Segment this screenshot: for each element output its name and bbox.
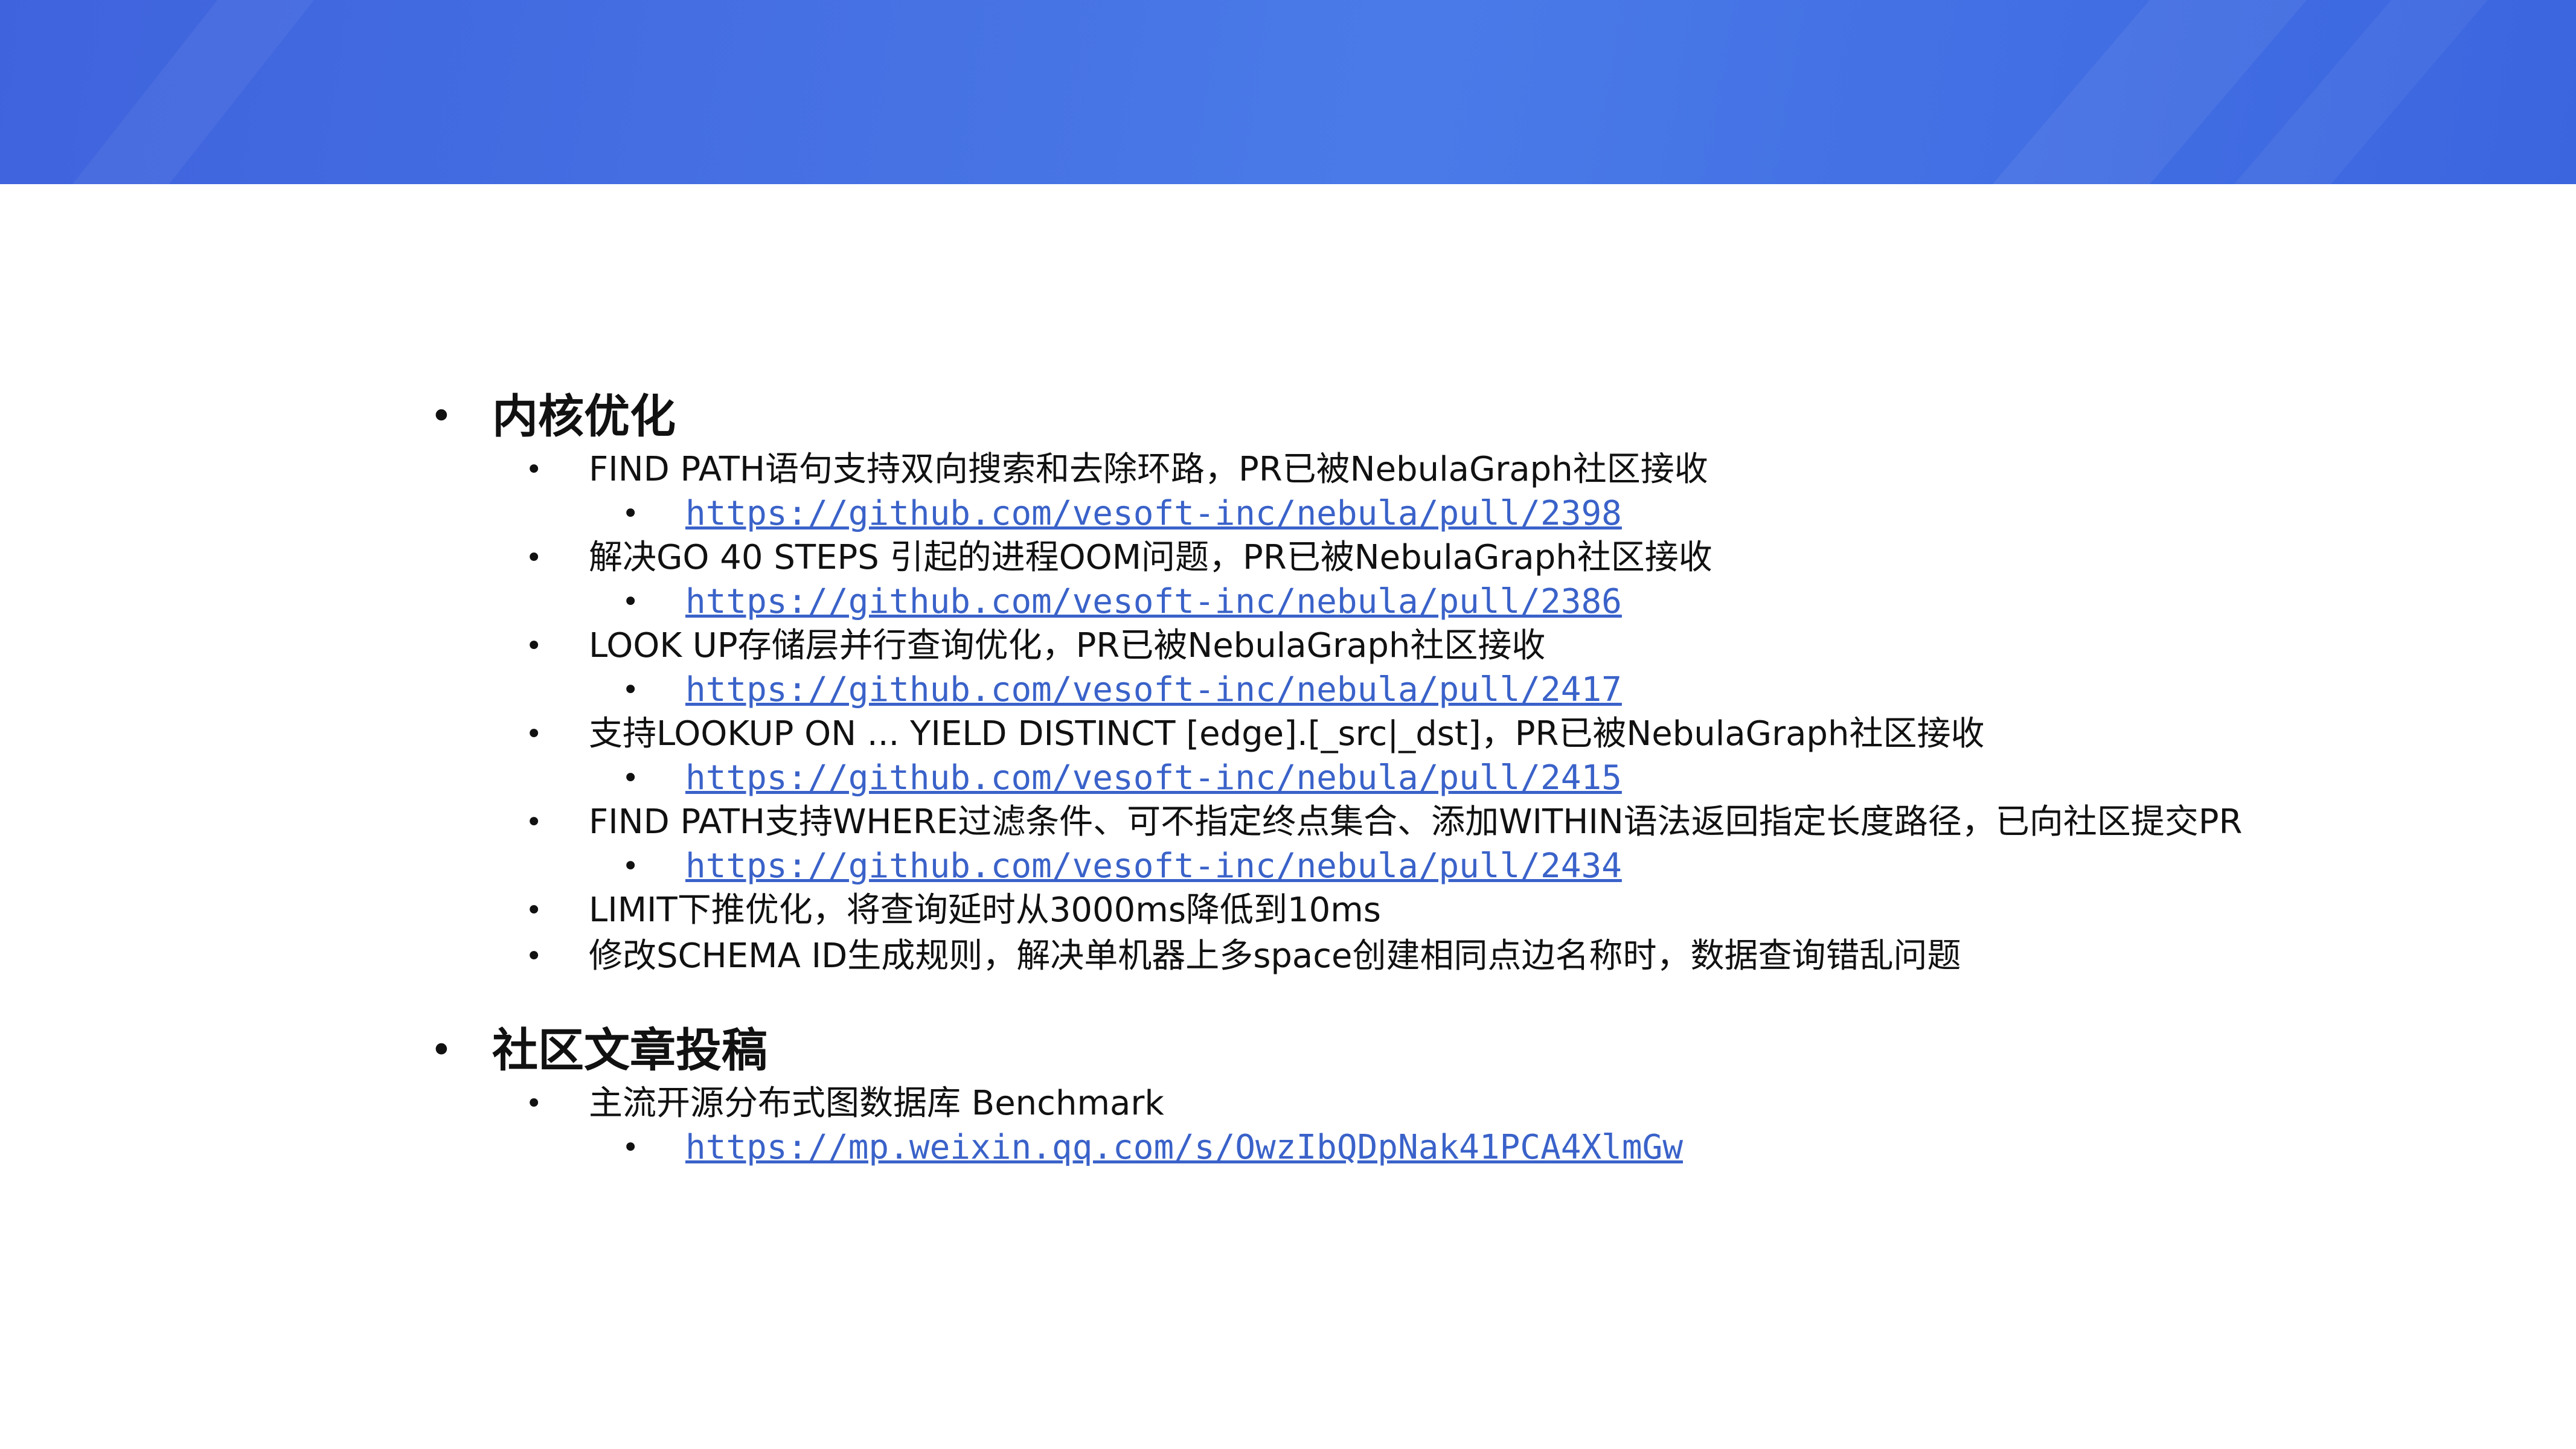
list-item: • FIND PATH语句支持双向搜索和去除环路，PR已被NebulaGraph… [423,447,2506,493]
bullet-icon: • [525,717,543,751]
slide-content: • 内核优化 • FIND PATH语句支持双向搜索和去除环路，PR已被Nebu… [423,386,2506,1169]
section-heading: • 社区文章投稿 [423,1020,2506,1081]
bullet-icon: • [622,673,639,707]
list-item: • LOOK UP存储层并行查询优化，PR已被NebulaGraph社区接收 [423,623,2506,669]
pr-link[interactable]: https://github.com/vesoft-inc/nebula/pul… [685,582,1622,621]
list-item: • 解决GO 40 STEPS 引起的进程OOM问题，PR已被NebulaGra… [423,535,2506,581]
link-item: • https://github.com/vesoft-inc/nebula/p… [423,669,2506,711]
banner-stripes [72,0,2488,184]
pr-link[interactable]: https://github.com/vesoft-inc/nebula/pul… [685,846,1622,886]
link-item: • https://github.com/vesoft-inc/nebula/p… [423,493,2506,535]
link-item: • https://github.com/vesoft-inc/nebula/p… [423,845,2506,888]
item-text: LOOK UP存储层并行查询优化，PR已被NebulaGraph社区接收 [589,626,1546,665]
bullet-icon: • [525,541,543,575]
bullet-icon: • [525,894,543,927]
bullet-icon: • [525,629,543,663]
article-link[interactable]: https://mp.weixin.qq.com/s/OwzIbQDpNak41… [685,1128,1683,1167]
bullet-icon: • [622,849,639,883]
bullet-icon: • [622,497,639,531]
item-text: LIMIT下推优化，将查询延时从3000ms降低到10ms [589,891,1381,930]
list-item: • 主流开源分布式图数据库 Benchmark [423,1081,2506,1127]
link-item: • https://github.com/vesoft-inc/nebula/p… [423,581,2506,623]
item-text: FIND PATH支持WHERE过滤条件、可不指定终点集合、添加WITHIN语法… [589,802,2243,842]
section-heading: • 内核优化 [423,386,2506,447]
item-text: 修改SCHEMA ID生成规则，解决单机器上多space创建相同点边名称时，数据… [589,936,1961,976]
bullet-icon: • [525,453,543,487]
bullet-icon: • [525,1087,543,1121]
item-text: 主流开源分布式图数据库 Benchmark [589,1084,1164,1123]
pr-link[interactable]: https://github.com/vesoft-inc/nebula/pul… [685,494,1622,533]
bullet-icon: • [622,585,639,619]
pr-link[interactable]: https://github.com/vesoft-inc/nebula/pul… [685,758,1622,798]
list-item: • 支持LOOKUP ON ... YIELD DISTINCT [edge].… [423,711,2506,757]
header-banner [0,0,2576,184]
list-item: • 修改SCHEMA ID生成规则，解决单机器上多space创建相同点边名称时，… [423,933,2506,979]
list-item: • FIND PATH支持WHERE过滤条件、可不指定终点集合、添加WITHIN… [423,799,2506,845]
pr-link[interactable]: https://github.com/vesoft-inc/nebula/pul… [685,670,1622,709]
bullet-icon: • [622,761,639,795]
bullet-icon: • [525,939,543,973]
section-title: 社区文章投稿 [492,1023,767,1077]
link-item: • https://mp.weixin.qq.com/s/OwzIbQDpNak… [423,1127,2506,1169]
item-text: FIND PATH语句支持双向搜索和去除环路，PR已被NebulaGraph社区… [589,450,1708,489]
bullet-icon: • [622,1131,639,1165]
link-item: • https://github.com/vesoft-inc/nebula/p… [423,757,2506,799]
list-item: • LIMIT下推优化，将查询延时从3000ms降低到10ms [423,888,2506,933]
section-title: 内核优化 [492,389,676,443]
bullet-icon: • [525,805,543,839]
bullet-icon: • [430,1028,453,1073]
item-text: 解决GO 40 STEPS 引起的进程OOM问题，PR已被NebulaGraph… [589,538,1713,577]
bullet-icon: • [430,394,453,439]
item-text: 支持LOOKUP ON ... YIELD DISTINCT [edge].[_… [589,714,1985,753]
